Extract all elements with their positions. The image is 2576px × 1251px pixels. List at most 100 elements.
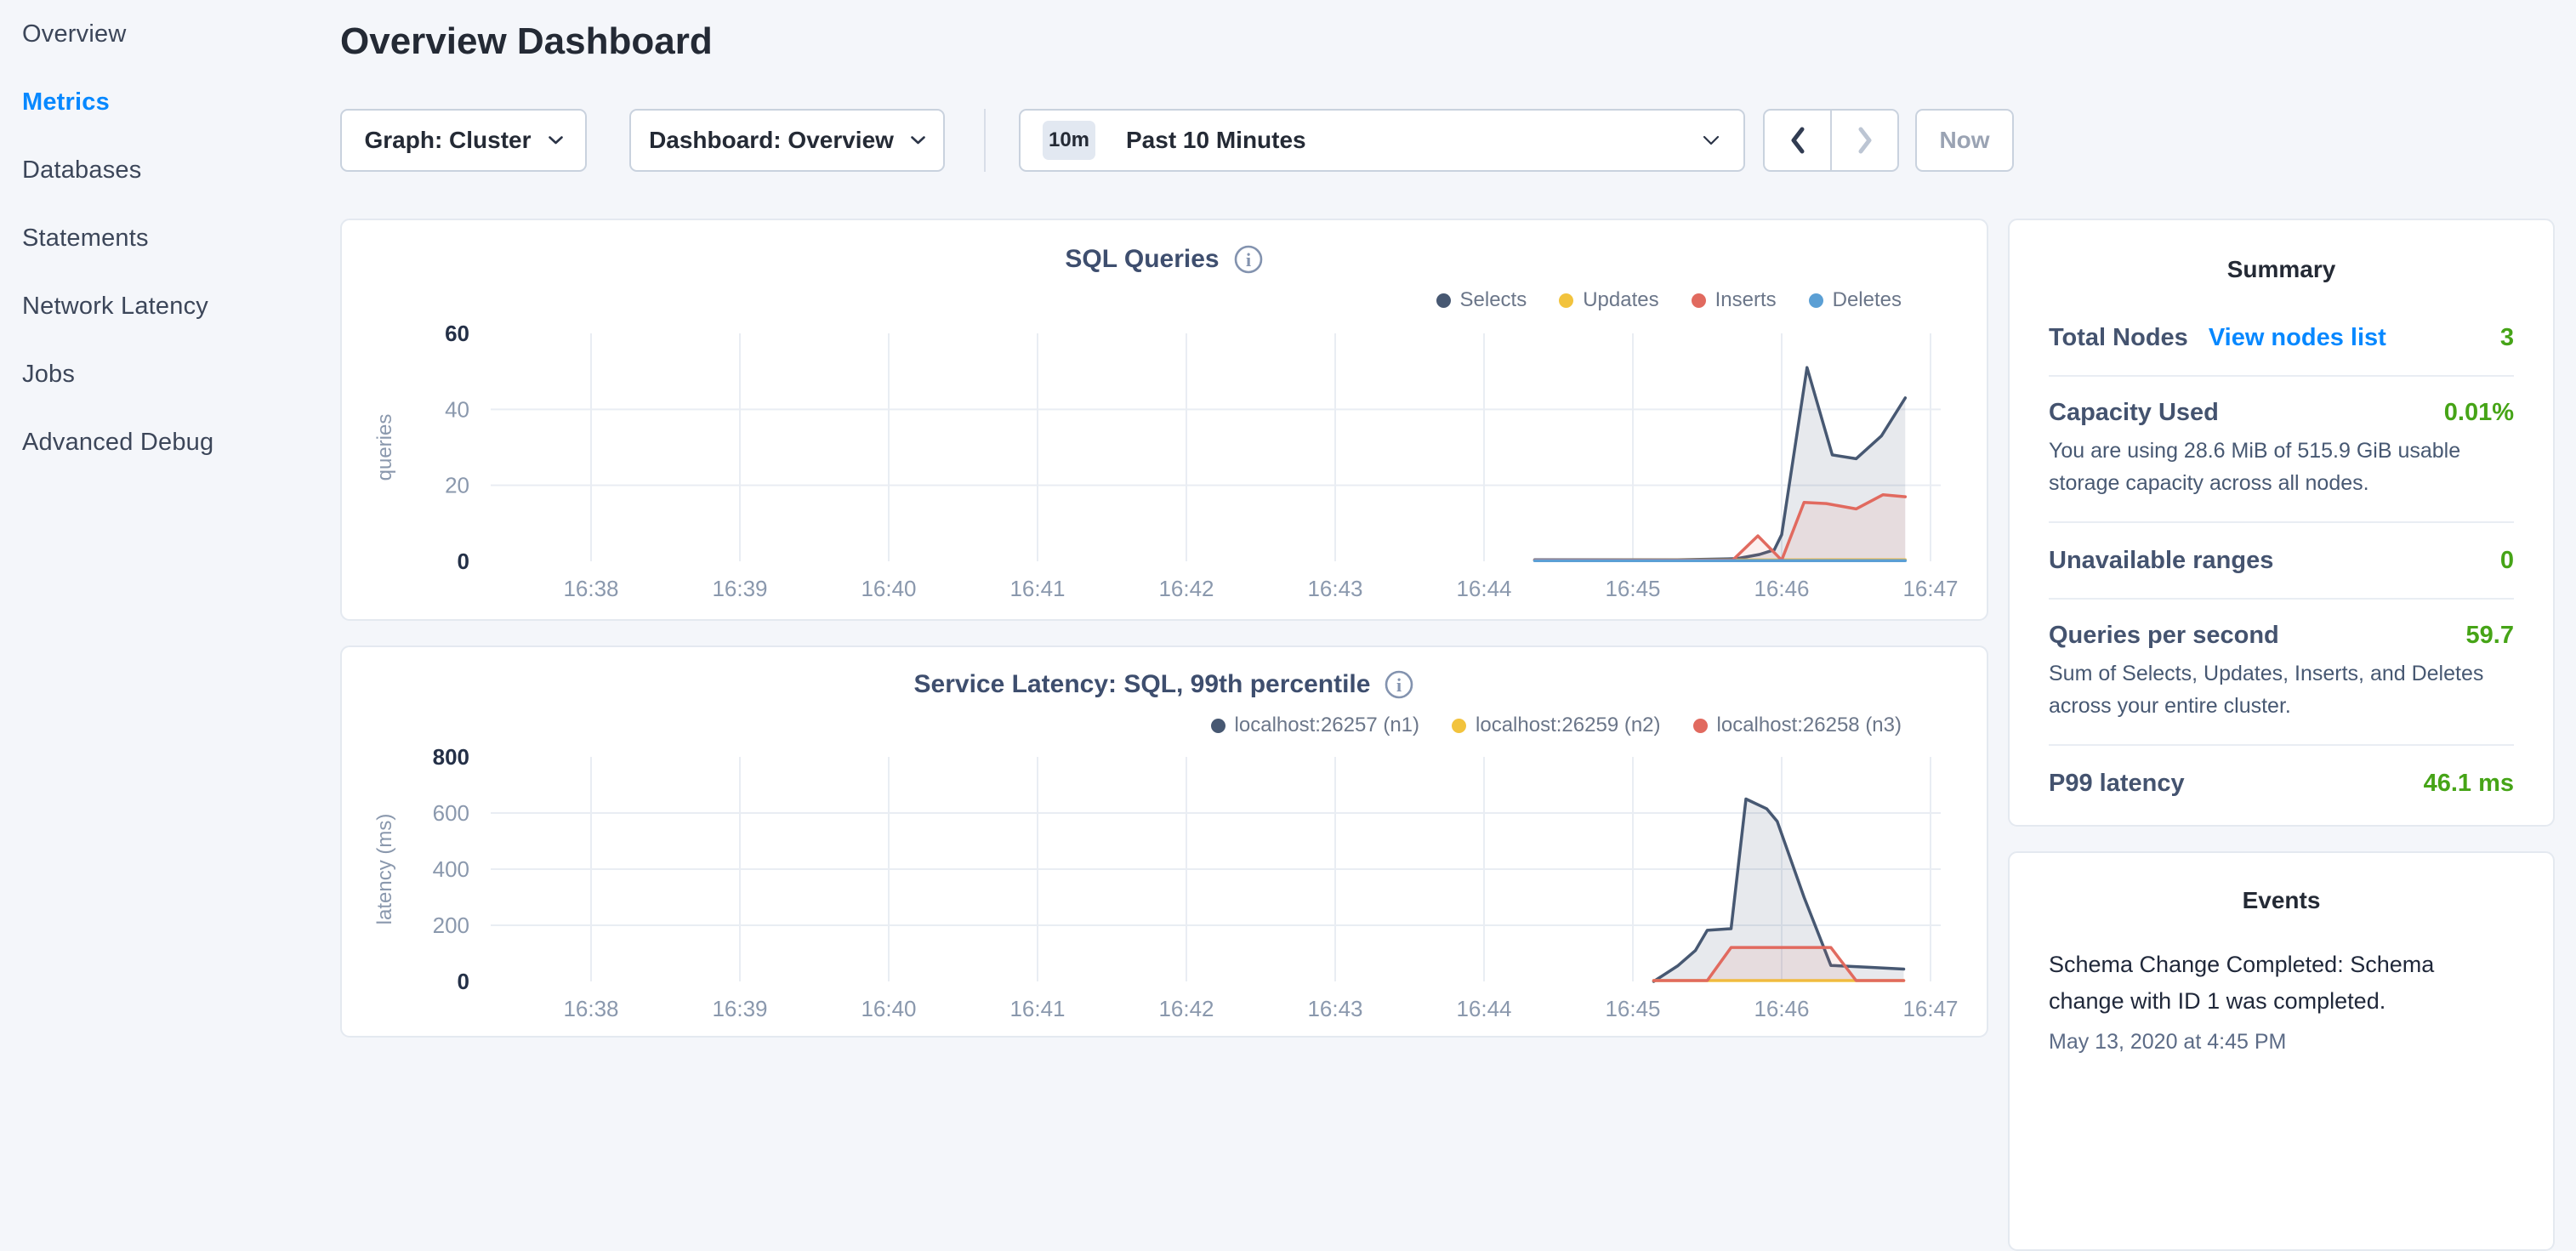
legend-item-deletes: Deletes (1809, 288, 1902, 312)
sql-queries-chart-panel: SQL Queries i SelectsUpdatesInsertsDelet… (340, 219, 1988, 621)
chevron-down-icon (1703, 135, 1720, 145)
x-axis-tick-label: 16:44 (1456, 576, 1511, 601)
y-axis-tick-label: 0 (458, 549, 469, 574)
x-axis-tick-label: 16:40 (861, 996, 916, 1021)
chart-title: Service Latency: SQL, 99th percentile (914, 670, 1371, 699)
summary-row-label: Capacity Used (2049, 399, 2219, 426)
summary-row-total-nodes: Total Nodes View nodes list 3 (2049, 300, 2514, 377)
view-nodes-list-link[interactable]: View nodes list (2209, 324, 2386, 351)
events-list: Schema Change Completed: Schema change w… (2010, 947, 2553, 1055)
chevron-left-icon (1788, 127, 1807, 154)
y-axis-tick-label: 400 (433, 856, 469, 882)
svg-text:i: i (1396, 674, 1402, 696)
summary-panel: Summary Total Nodes View nodes list 3 Capac… (2008, 219, 2555, 827)
legend-dot (1693, 719, 1708, 733)
y-axis-tick-label: 60 (445, 321, 469, 346)
dashboard-dropdown-label: Dashboard: Overview (649, 127, 894, 154)
time-range-badge: 10m (1043, 121, 1095, 160)
main-content: Overview Dashboard Graph: Cluster Dashbo… (340, 0, 1988, 1051)
legend-item-localhost-26259-n2: localhost:26259 (n2) (1452, 714, 1660, 737)
summary-row-subtext: You are using 28.6 MiB of 515.9 GiB usab… (2049, 435, 2514, 499)
summary-row-label: P99 latency (2049, 770, 2185, 797)
chevron-down-icon (549, 136, 563, 145)
page-title: Overview Dashboard (340, 20, 713, 63)
y-axis-unit-label: latency (ms) (373, 814, 396, 925)
summary-row-capacity-used: Capacity Used0.01%You are using 28.6 MiB… (2049, 377, 2514, 523)
y-axis-tick-label: 20 (445, 473, 469, 498)
x-axis-tick-label: 16:38 (563, 576, 618, 601)
sidebar-item-overview[interactable]: Overview (0, 0, 340, 68)
summary-row-value: 0 (2500, 547, 2514, 574)
legend-label: Selects (1460, 288, 1527, 312)
sidebar-item-databases[interactable]: Databases (0, 136, 340, 204)
sidebar-item-jobs[interactable]: Jobs (0, 340, 340, 408)
events-title: Events (2010, 887, 2553, 914)
legend-label: localhost:26259 (n2) (1476, 714, 1660, 737)
previous-range-button[interactable] (1765, 111, 1830, 170)
now-button[interactable]: Now (1915, 109, 2014, 172)
summary-row-unavailable-ranges: Unavailable ranges 0 (2049, 523, 2514, 600)
x-axis-tick-label: 16:44 (1456, 996, 1511, 1021)
x-axis-tick-label: 16:42 (1158, 576, 1214, 601)
info-icon[interactable]: i (1384, 669, 1414, 700)
legend-item-updates: Updates (1559, 288, 1658, 312)
x-axis-tick-label: 16:38 (563, 996, 618, 1021)
x-axis-tick-label: 16:47 (1902, 576, 1958, 601)
sidebar-item-network-latency[interactable]: Network Latency (0, 272, 340, 340)
chart-title: SQL Queries (1065, 245, 1219, 274)
x-axis-tick-label: 16:41 (1009, 996, 1065, 1021)
legend-item-localhost-26257-n1: localhost:26257 (n1) (1211, 714, 1419, 737)
chevron-right-icon (1856, 127, 1874, 154)
legend-dot (1809, 293, 1823, 308)
dashboard-dropdown[interactable]: Dashboard: Overview (629, 109, 945, 172)
legend-item-localhost-26258-n3: localhost:26258 (n3) (1693, 714, 1902, 737)
x-axis-tick-label: 16:47 (1902, 996, 1958, 1021)
summary-rows: Total Nodes View nodes list 3 Capacity Used… (2010, 300, 2553, 821)
sidebar-item-advanced-debug[interactable]: Advanced Debug (0, 408, 340, 476)
legend-label: Updates (1583, 288, 1658, 312)
legend: SelectsUpdatesInsertsDeletes (1436, 288, 1902, 312)
x-axis-tick-label: 16:43 (1307, 576, 1362, 601)
x-axis-tick-label: 16:43 (1307, 996, 1362, 1021)
info-icon[interactable]: i (1233, 244, 1264, 275)
sidebar-item-statements[interactable]: Statements (0, 204, 340, 272)
y-axis-tick-label: 40 (445, 396, 469, 422)
graph-dropdown[interactable]: Graph: Cluster (340, 109, 587, 172)
y-axis-tick-label: 600 (433, 800, 469, 826)
legend-label: Deletes (1833, 288, 1902, 312)
summary-row-p99-latency: P99 latency 46.1 ms (2049, 746, 2514, 821)
summary-row-label: Unavailable ranges (2049, 547, 2273, 574)
legend-dot (1452, 719, 1466, 733)
events-panel: Events Schema Change Completed: Schema c… (2008, 851, 2555, 1251)
summary-row-value: 46.1 ms (2424, 770, 2514, 797)
service-latency-chart-panel: Service Latency: SQL, 99th percentile i … (340, 645, 1988, 1038)
summary-row-value: 3 (2500, 324, 2514, 351)
time-range-step-buttons (1763, 109, 1899, 172)
legend-label: localhost:26258 (n3) (1717, 714, 1902, 737)
summary-row-label: Total Nodes (2049, 324, 2188, 351)
y-axis-tick-label: 800 (433, 744, 469, 770)
summary-title: Summary (2010, 256, 2553, 283)
sidebar: OverviewMetricsDatabasesStatementsNetwor… (0, 0, 340, 1051)
summary-row-value: 59.7 (2466, 622, 2514, 649)
event-item: Schema Change Completed: Schema change w… (2010, 947, 2553, 1055)
event-text: Schema Change Completed: Schema change w… (2049, 947, 2514, 1020)
x-axis-tick-label: 16:39 (712, 576, 767, 601)
legend-dot (1436, 293, 1451, 308)
x-axis-tick-label: 16:46 (1754, 576, 1809, 601)
sidebar-item-metrics[interactable]: Metrics (0, 68, 340, 136)
next-range-button[interactable] (1830, 111, 1897, 170)
legend-dot (1211, 719, 1225, 733)
time-range-selector[interactable]: 10m Past 10 Minutes (1019, 109, 1745, 172)
summary-row-subtext: Sum of Selects, Updates, Inserts, and De… (2049, 657, 2514, 722)
x-axis-tick-label: 16:41 (1009, 576, 1065, 601)
summary-row-label: Queries per second (2049, 622, 2279, 649)
x-axis-tick-label: 16:45 (1605, 996, 1660, 1021)
y-axis-tick-label: 0 (458, 969, 469, 994)
y-axis-tick-label: 200 (433, 913, 469, 938)
x-axis-tick-label: 16:46 (1754, 996, 1809, 1021)
legend: localhost:26257 (n1) localhost:26259 (n2)… (1211, 714, 1902, 737)
x-axis-tick-label: 16:42 (1158, 996, 1214, 1021)
x-axis-tick-label: 16:39 (712, 996, 767, 1021)
x-axis-tick-label: 16:40 (861, 576, 916, 601)
